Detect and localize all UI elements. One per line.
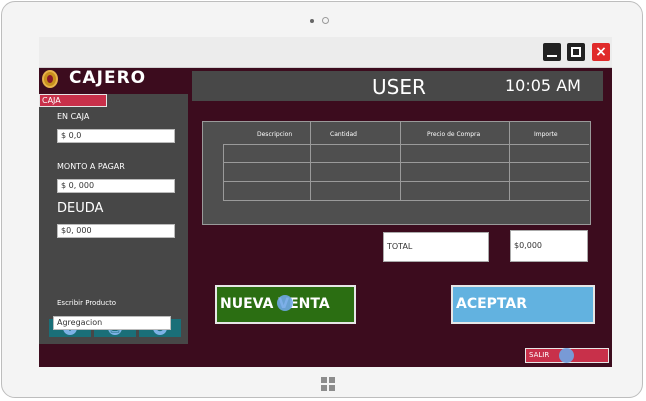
column-divider (223, 144, 224, 200)
app-title: CAJERO (69, 68, 147, 88)
column-header: Importe (534, 131, 558, 138)
cursor-icon (559, 348, 574, 363)
user-header: USER 10:05 AM (192, 71, 603, 101)
tablet-frame: × EN CAJA $ 0,0 MONTO A PAGAR $ 0, 000 D… (1, 1, 643, 398)
monto-field[interactable]: $ 0, 000 (57, 179, 175, 193)
monto-label: MONTO A PAGAR (57, 162, 125, 171)
maximize-icon[interactable] (567, 43, 585, 61)
deuda-field[interactable]: $0, 000 (57, 224, 175, 238)
app-screen: × EN CAJA $ 0,0 MONTO A PAGAR $ 0, 000 D… (39, 37, 612, 367)
windows-logo-icon[interactable] (321, 377, 335, 391)
logo-icon (42, 70, 58, 88)
column-divider (400, 122, 401, 200)
column-header: Cantidad (330, 131, 357, 138)
table-row[interactable] (223, 200, 589, 201)
camera-icon (310, 19, 314, 23)
table-row[interactable] (223, 181, 589, 182)
user-name: USER (372, 75, 426, 99)
table-row[interactable] (223, 144, 589, 145)
total-label: TOTAL (383, 232, 489, 262)
en-caja-label: EN CAJA (57, 112, 90, 121)
table-row[interactable] (223, 162, 589, 163)
minimize-icon[interactable] (543, 43, 561, 61)
window-titlebar: × (39, 37, 612, 68)
column-header: Descripcion (257, 131, 293, 138)
tab-caja[interactable]: CAJA (39, 94, 107, 107)
products-table: Descripcion Cantidad Precio de Compra Im… (202, 121, 591, 225)
sensor-icon (322, 17, 329, 24)
aceptar-button[interactable]: ACEPTAR (451, 285, 595, 324)
close-icon[interactable]: × (592, 43, 610, 61)
column-header: Precio de Compra (427, 131, 481, 138)
column-divider (310, 122, 311, 200)
cursor-icon (277, 295, 293, 311)
deuda-label: DEUDA (57, 201, 104, 216)
producto-field[interactable]: Agregacion (53, 316, 171, 330)
producto-label: Escribir Producto (57, 299, 117, 307)
clock-time: 10:05 AM (505, 76, 581, 95)
column-divider (509, 122, 510, 200)
sidebar-panel: EN CAJA $ 0,0 MONTO A PAGAR $ 0, 000 DEU… (39, 94, 188, 344)
total-value: $0,000 (510, 230, 588, 262)
en-caja-field[interactable]: $ 0,0 (57, 129, 175, 143)
